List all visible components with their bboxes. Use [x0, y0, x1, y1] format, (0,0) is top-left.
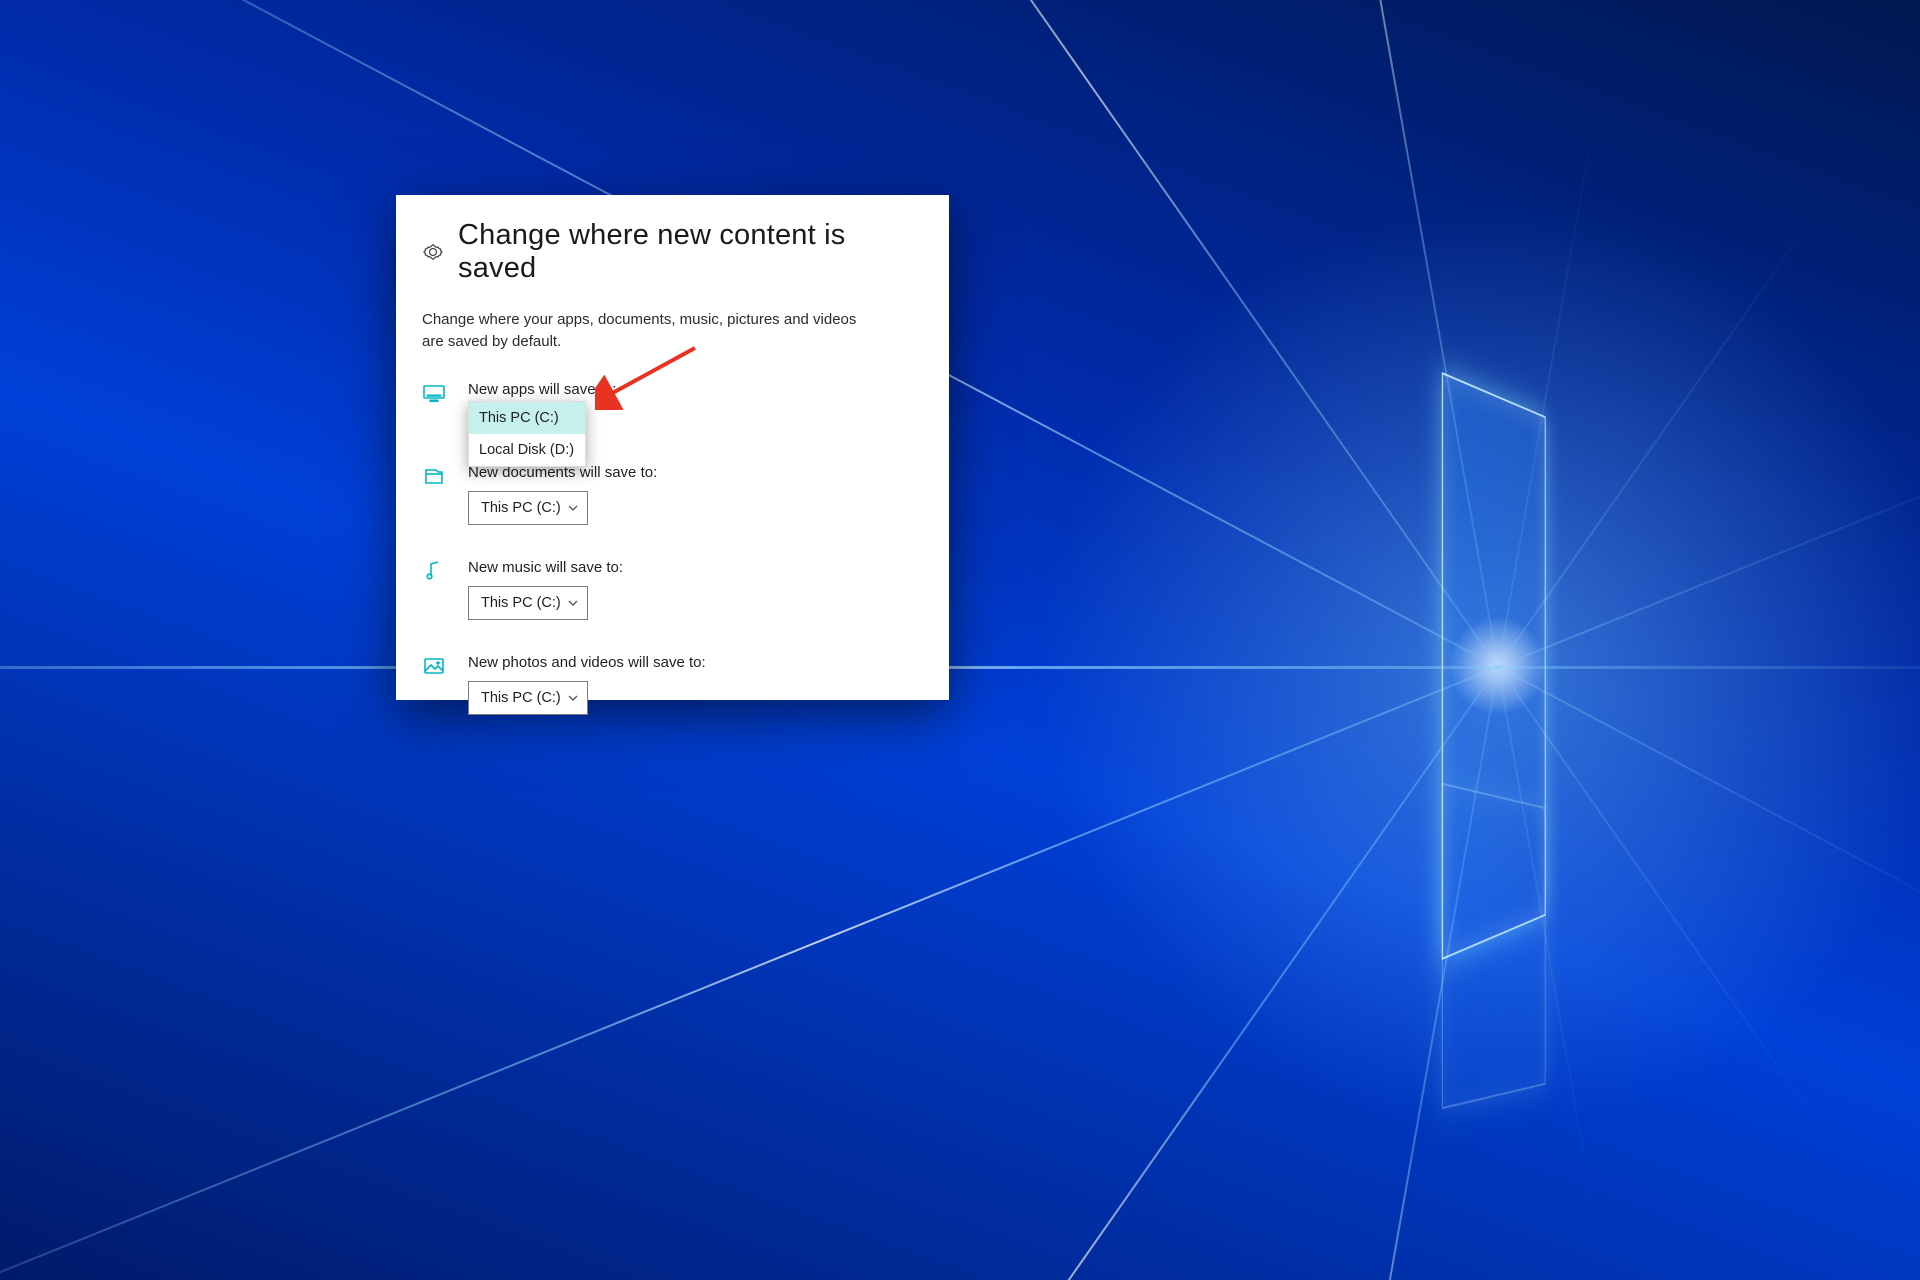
- photos-location-value: This PC (C:): [481, 690, 561, 706]
- desktop-wallpaper: [0, 0, 1920, 1280]
- photos-save-label: New photos and videos will save to:: [468, 654, 923, 671]
- setting-group-photos: New photos and videos will save to: This…: [422, 654, 923, 715]
- music-save-label: New music will save to:: [468, 559, 923, 576]
- music-location-dropdown[interactable]: This PC (C:): [468, 586, 588, 620]
- setting-group-documents: New documents will save to: This PC (C:): [422, 464, 923, 525]
- apps-location-dropdown-open[interactable]: This PC (C:) Local Disk (D:): [468, 401, 586, 467]
- apps-icon: [422, 381, 446, 405]
- apps-save-label: New apps will save to:: [468, 381, 923, 398]
- documents-icon: [422, 464, 446, 488]
- photos-icon: [422, 654, 446, 678]
- setting-group-music: New music will save to: This PC (C:): [422, 559, 923, 620]
- photos-location-dropdown[interactable]: This PC (C:): [468, 681, 588, 715]
- setting-group-apps: New apps will save to: This PC (C:) Loca…: [422, 381, 923, 408]
- chevron-down-icon: [567, 502, 579, 514]
- page-description: Change where your apps, documents, music…: [422, 309, 862, 353]
- dropdown-option-this-pc-c[interactable]: This PC (C:): [469, 402, 585, 434]
- settings-window: Change where new content is saved Change…: [396, 195, 949, 700]
- documents-location-dropdown[interactable]: This PC (C:): [468, 491, 588, 525]
- music-location-value: This PC (C:): [481, 595, 561, 611]
- gear-icon: [422, 241, 444, 263]
- documents-location-value: This PC (C:): [481, 500, 561, 516]
- chevron-down-icon: [567, 597, 579, 609]
- music-icon: [422, 559, 446, 583]
- chevron-down-icon: [567, 692, 579, 704]
- page-title: Change where new content is saved: [458, 219, 923, 285]
- dropdown-option-local-disk-d[interactable]: Local Disk (D:): [469, 434, 585, 466]
